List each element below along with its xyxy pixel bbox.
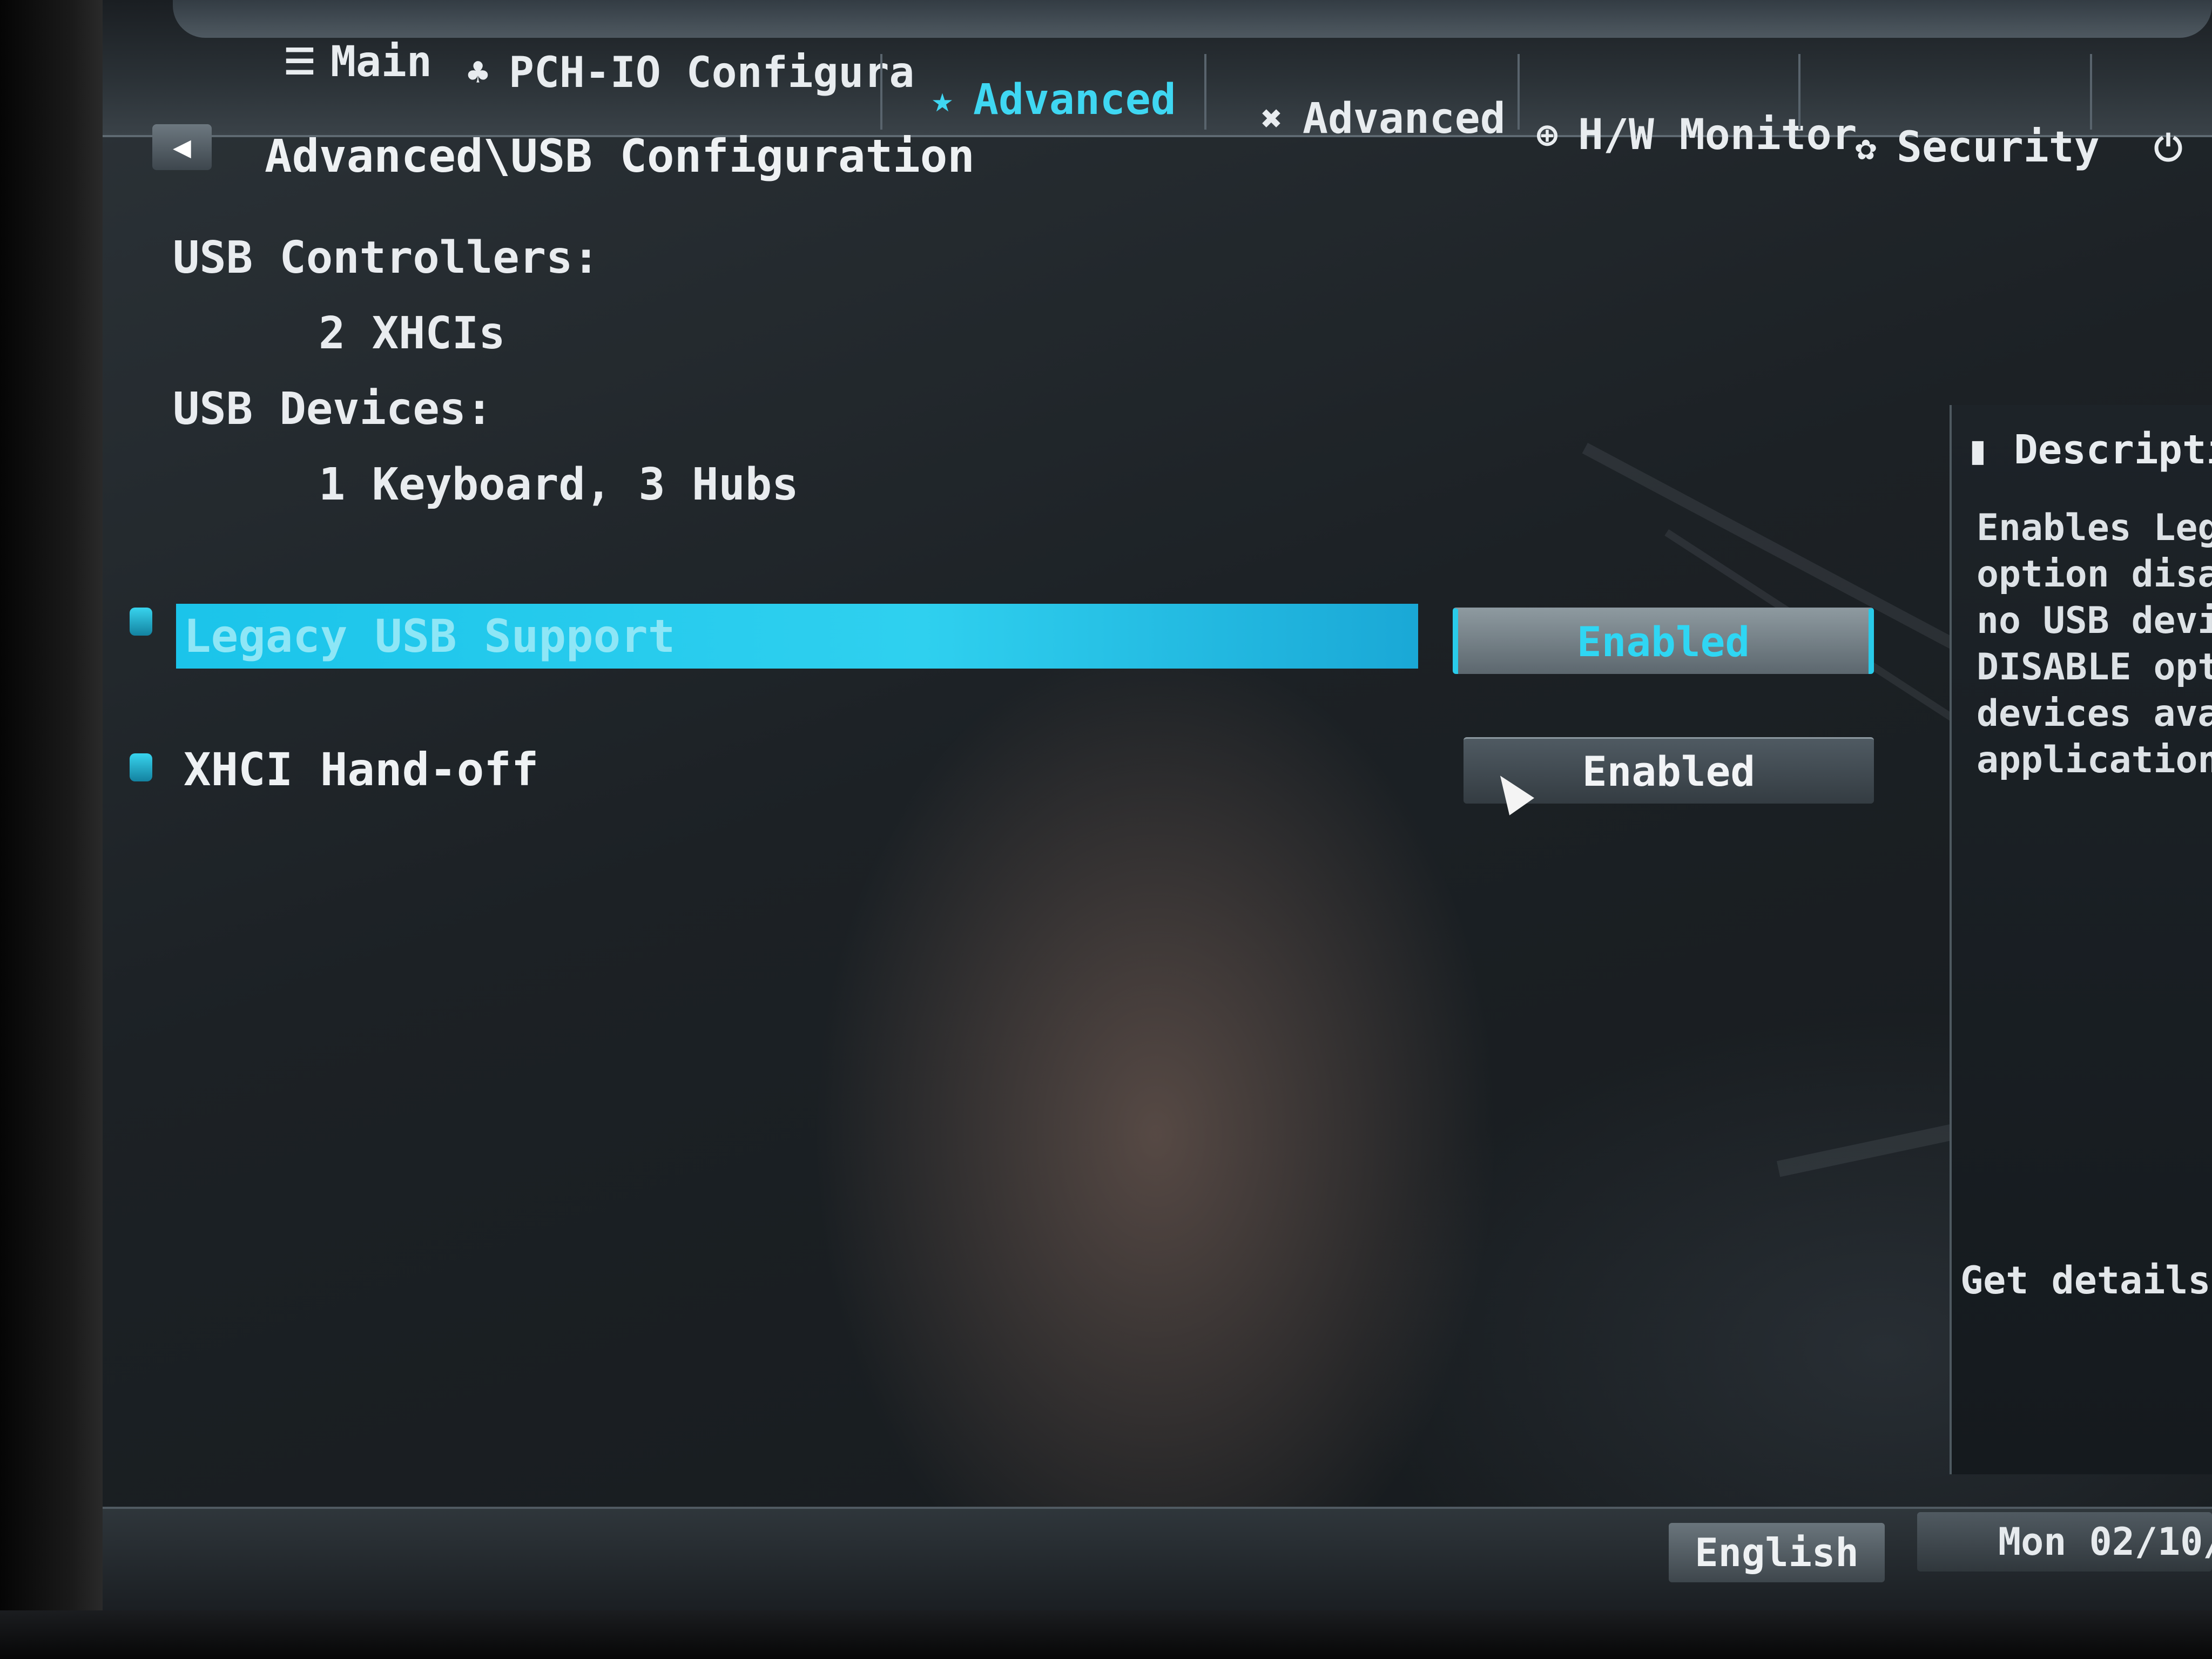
shield-icon: ✿	[1855, 126, 1877, 168]
setting-bullet-icon	[130, 608, 152, 636]
usb-controllers-value: 2 XHCIs	[319, 308, 505, 359]
setting-label-xhci-hand-off[interactable]: XHCI Hand-off	[184, 737, 538, 802]
tab-advanced-tools[interactable]: ✖ Advanced	[1253, 95, 1506, 143]
back-button[interactable]: ◀	[152, 124, 212, 170]
language-button[interactable]: English	[1669, 1523, 1885, 1582]
tab-divider	[1518, 54, 1520, 130]
tab-pch-io[interactable]: ♣ PCH-IO Configura	[459, 49, 914, 97]
tab-security[interactable]: ✿ Security	[1847, 123, 2100, 172]
description-marker-icon: ▮	[1966, 427, 1990, 473]
date-time-display: Mon 02/10/	[1917, 1512, 2212, 1572]
usb-controllers-label: USB Controllers:	[173, 232, 599, 284]
tab-divider	[1204, 54, 1206, 130]
tree-icon: ♣	[467, 52, 489, 93]
tab-advanced-active[interactable]: ★ Advanced	[923, 76, 1176, 124]
monitor-bezel-left	[0, 0, 103, 1659]
bottom-bar	[103, 1507, 2212, 1610]
power-icon: ⏻	[2154, 127, 2183, 169]
tab-bar-frame	[173, 0, 2212, 38]
tab-hw-monitor[interactable]: ⊕ H/W Monitor	[1528, 111, 1857, 159]
description-title-text: Description	[2014, 427, 2212, 473]
tools-icon: ✖	[1261, 98, 1283, 139]
tab-advanced-tools-label: Advanced	[1303, 95, 1506, 143]
tab-hw-monitor-label: H/W Monitor	[1578, 111, 1857, 159]
legacy-usb-support-value-select[interactable]: Enabled	[1453, 608, 1874, 674]
description-title: ▮ Description	[1966, 427, 2212, 473]
power-tab[interactable]: ⏻	[2149, 130, 2187, 167]
description-footer: Get details vi	[1960, 1258, 2212, 1303]
usb-devices-label: USB Devices:	[173, 383, 493, 435]
monitor-bezel-bottom	[0, 1610, 2212, 1659]
setting-label-legacy-usb-support: Legacy USB Support	[184, 610, 676, 663]
tab-bar: ☰ Main ♣ PCH-IO Configura ★ Advanced ✖ A…	[103, 0, 2212, 172]
description-body: Enables Legac option disabl no USB devic…	[1977, 507, 2212, 781]
tab-divider	[2090, 54, 2092, 130]
back-arrow-icon: ◀	[173, 130, 191, 165]
tab-security-label: Security	[1897, 123, 2100, 172]
bios-screen: ☰ Main ♣ PCH-IO Configura ★ Advanced ✖ A…	[103, 0, 2212, 1610]
tab-pch-io-label: PCH-IO Configura	[509, 49, 915, 97]
breadcrumb: Advanced\USB Configuration	[265, 130, 975, 183]
tab-main-label: Main	[331, 38, 432, 86]
tab-main[interactable]: ☰ Main	[281, 38, 432, 86]
usb-devices-value: 1 Keyboard, 3 Hubs	[319, 459, 799, 510]
star-icon: ★	[932, 79, 953, 120]
setting-bullet-icon	[130, 753, 152, 781]
tab-divider	[880, 54, 882, 130]
tab-divider	[1798, 54, 1800, 130]
monitor-icon: ⊕	[1536, 114, 1558, 156]
list-icon: ☰	[284, 41, 316, 83]
tab-advanced-active-label: Advanced	[973, 76, 1176, 124]
